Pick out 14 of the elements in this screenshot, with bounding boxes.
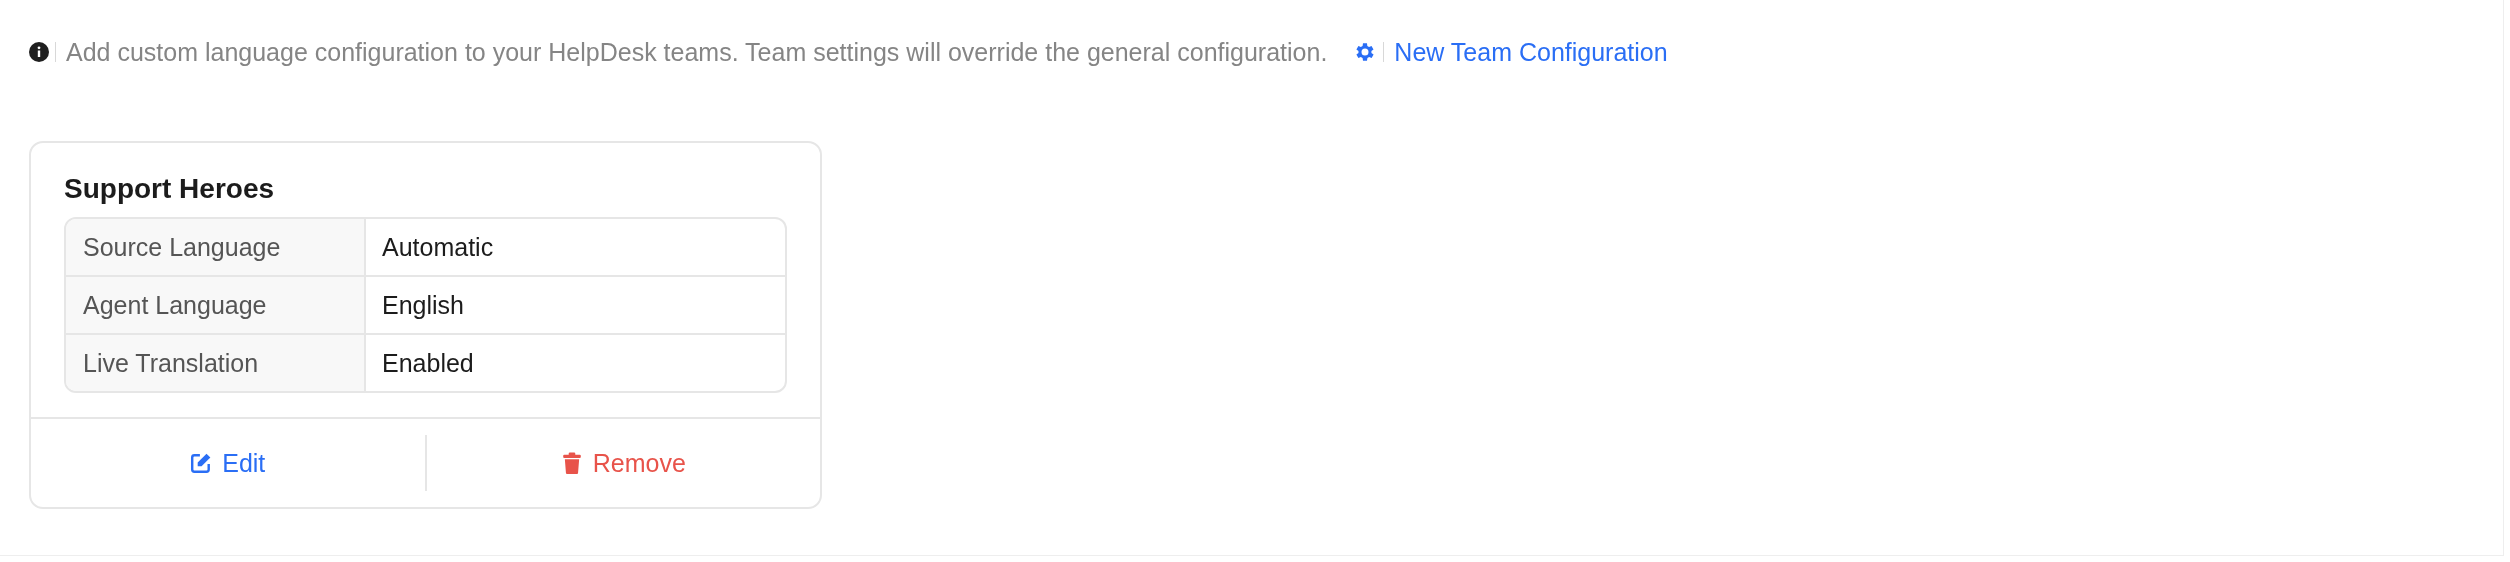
remove-button[interactable]: Remove [426,435,820,491]
setting-value: Enabled [381,347,475,379]
setting-value: Automatic [381,231,495,263]
new-team-configuration-link[interactable]: New Team Configuration [1394,37,1668,67]
setting-label: Source Language [66,219,366,275]
info-icon [29,42,49,62]
team-name: Support Heroes [63,172,276,206]
setting-label: Live Translation [66,335,366,391]
setting-label: Agent Language [66,277,366,333]
setting-value: English [381,289,465,321]
edit-button[interactable]: Edit [31,435,425,491]
notice-text: Add custom language configuration to your HelpDesk teams. Team settings will override the general configuration. [66,37,1328,67]
edit-icon [190,452,213,474]
trash-icon [560,452,583,474]
